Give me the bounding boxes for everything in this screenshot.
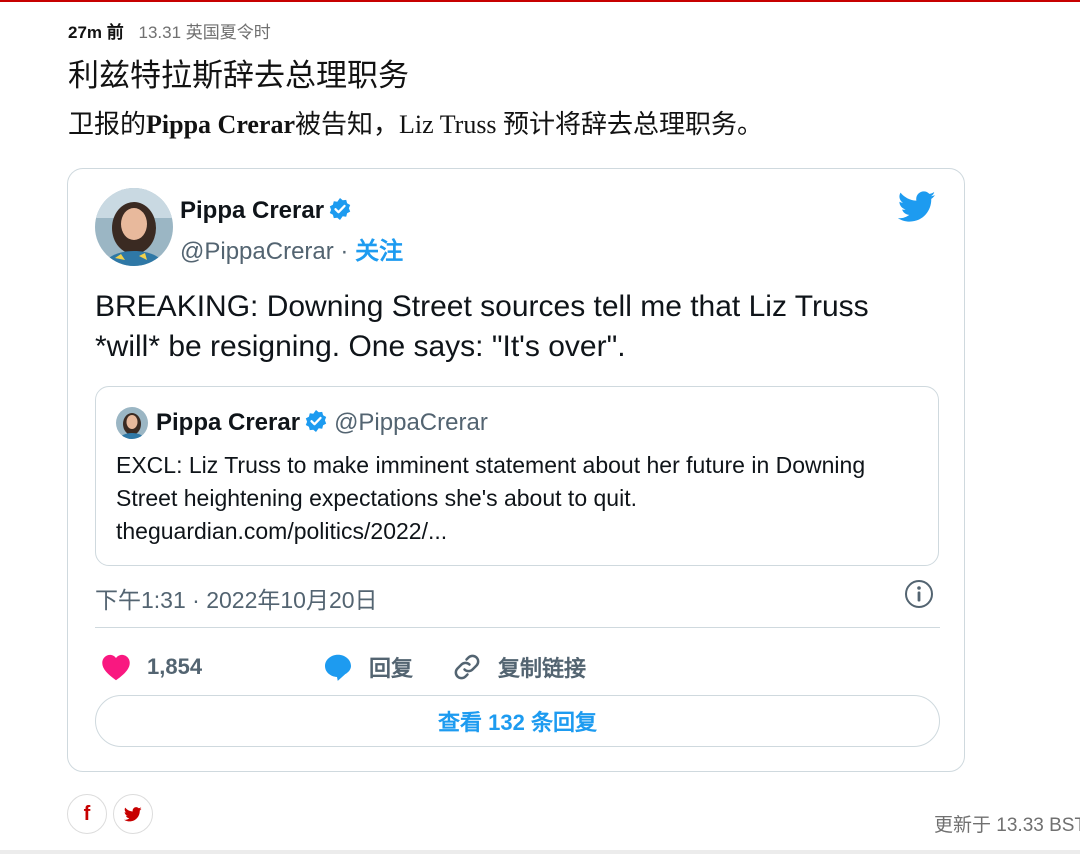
author-name-text[interactable]: Pippa Crerar (180, 197, 324, 224)
updated-timestamp: 更新于 13.33 BST (934, 815, 1080, 836)
quoted-tweet[interactable]: Pippa Crerar @PippaCrerar EXCL: Liz Truss… (95, 386, 939, 566)
like-button[interactable]: 1,854 (101, 647, 202, 687)
facebook-share-button[interactable]: f (67, 794, 107, 834)
author-name[interactable]: Pippa Crerar (180, 197, 352, 228)
post-time: 13.31 英国夏令时 (138, 23, 271, 42)
reply-button[interactable]: 回复 (323, 647, 413, 687)
follow-button[interactable]: 关注 (355, 238, 403, 265)
quoted-author-name[interactable]: Pippa Crerar (156, 409, 300, 436)
copy-link-button[interactable]: 复制链接 (452, 647, 586, 687)
lede-author-name[interactable]: Pippa Crerar (146, 110, 295, 139)
tweet-timestamp[interactable]: 下午1:31 · 2022年10月20日 (95, 581, 378, 615)
tweet-text: BREAKING: Downing Street sources tell me… (95, 290, 869, 363)
post-age: 27m 前 (68, 23, 124, 42)
actions-divider (95, 627, 940, 628)
post-lede: 卫报的Pippa Crerar被告知，Liz Truss 预计将辞去总理职务。 (68, 104, 763, 141)
twitter-icon (124, 806, 142, 821)
embedded-tweet: Pippa Crerar @PippaCrerar · 关注 BREAKING:… (67, 168, 965, 772)
author-handle[interactable]: @PippaCrerar (180, 238, 334, 265)
quoted-author-avatar[interactable] (116, 407, 148, 439)
quoted-author-handle[interactable]: @PippaCrerar (334, 409, 488, 436)
post-headline: 利兹特拉斯辞去总理职务 (68, 58, 409, 94)
lede-prefix: 卫报的 (68, 110, 147, 139)
verified-badge-icon (328, 197, 352, 228)
info-icon[interactable] (904, 579, 934, 609)
lede-suffix: 被告知，Liz Truss 预计将辞去总理职务。 (295, 110, 764, 139)
quoted-header: Pippa Crerar @PippaCrerar (156, 409, 488, 440)
view-replies-button[interactable]: 查看 132 条回复 (95, 695, 940, 747)
author-avatar[interactable] (95, 188, 173, 266)
post-meta: 27m 前 13.31 英国夏令时 (68, 18, 271, 43)
like-count: 1,854 (147, 654, 203, 679)
quoted-tweet-text: EXCL: Liz Truss to make imminent stateme… (116, 452, 866, 544)
reply-bubble-icon (325, 654, 351, 681)
twitter-share-button[interactable] (113, 794, 153, 834)
facebook-icon: f (83, 802, 91, 825)
quoted-verified-badge-icon (304, 409, 328, 440)
tweet-actions: 1,854 回复 复制链接 (95, 647, 940, 687)
link-icon (454, 654, 480, 680)
handle-separator: · (333, 238, 356, 265)
copy-link-label: 复制链接 (498, 656, 587, 681)
heart-icon (102, 654, 130, 681)
top-accent-rule (0, 0, 1080, 2)
author-handle-row: @PippaCrerar · 关注 (180, 231, 403, 266)
twitter-bird-icon[interactable] (897, 191, 936, 228)
bottom-divider (0, 850, 1080, 854)
reply-label: 回复 (369, 656, 414, 681)
